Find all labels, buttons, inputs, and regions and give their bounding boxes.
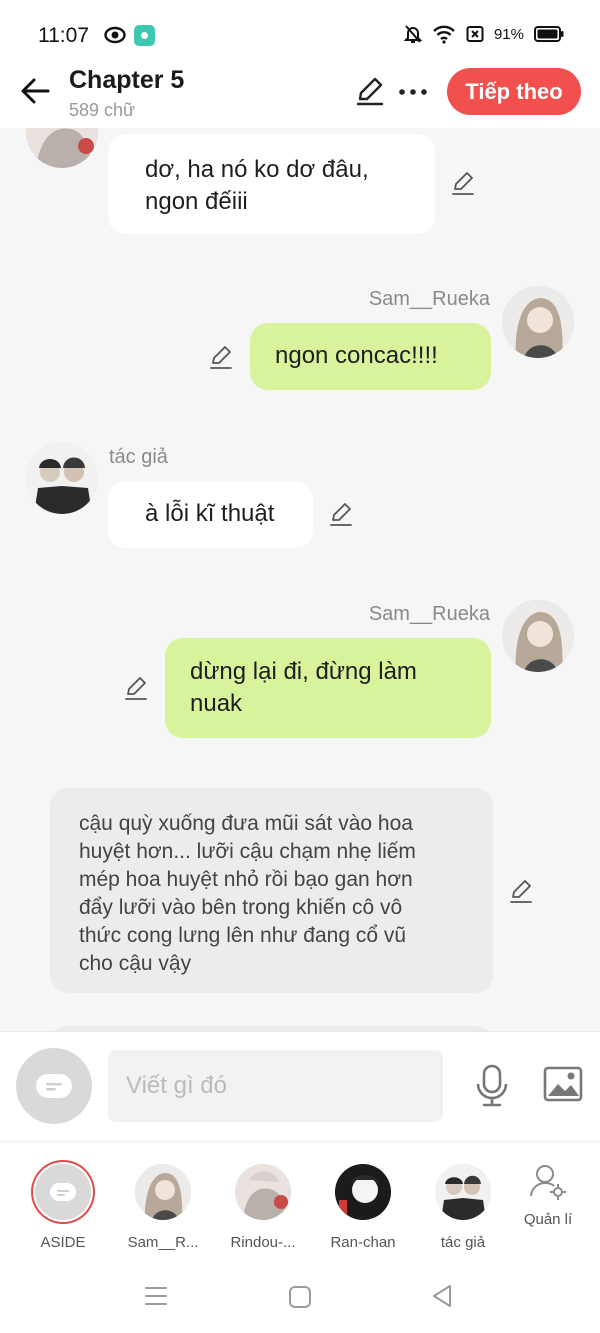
status-bar: 11:07 91% [0, 0, 600, 62]
message-text: à lỗi kĩ thuật [145, 500, 275, 527]
avatar[interactable] [502, 600, 574, 672]
avatar [235, 1164, 291, 1220]
edit-message-icon[interactable] [450, 170, 476, 196]
sender-name: tác giả [109, 446, 168, 468]
back-icon[interactable] [430, 1283, 454, 1309]
home-icon[interactable] [288, 1285, 312, 1309]
narration-text: đẩy lưỡi vào bên trong khiến cô vô [79, 896, 403, 919]
edit-message-icon[interactable] [123, 675, 149, 701]
back-arrow-icon[interactable] [18, 73, 54, 109]
sim-icon [466, 26, 484, 42]
message-input[interactable] [108, 1050, 443, 1122]
character-rindou[interactable]: Rindou-... [218, 1164, 308, 1251]
status-time: 11:07 [38, 24, 89, 47]
narration-text: huyệt hơn... lưỡi cậu chạm nhẹ liếm [79, 840, 416, 863]
character-label: Ran-chan [330, 1234, 396, 1251]
avatar[interactable] [26, 442, 98, 514]
edit-message-icon[interactable] [328, 501, 354, 527]
mute-bell-icon [403, 25, 422, 43]
narration-text: mép hoa huyệt nhỏ rồi bạo gan hơn [79, 868, 413, 891]
character-selector: ASIDE Sam__R... Rindou-... Ran-chan tác … [0, 1141, 600, 1261]
chat-thread: dơ, ha nó ko dơ đâu, ngon đếiii Sam__Rue… [0, 128, 600, 1031]
character-label: tác giả [440, 1234, 486, 1251]
character-label: ASIDE [40, 1234, 86, 1251]
image-upload-icon[interactable] [543, 1066, 583, 1102]
edit-message-icon[interactable] [508, 878, 534, 904]
aside-message-icon [50, 1183, 76, 1201]
avatar [335, 1164, 391, 1220]
battery-level: 91% [493, 25, 524, 43]
chapter-header: Chapter 5 589 chữ Tiếp theo [0, 62, 600, 128]
character-tac-gia[interactable]: tác giả [418, 1164, 508, 1251]
app-notification-icon [134, 25, 155, 46]
character-label: Quản lí [523, 1211, 573, 1228]
aside-avatar [35, 1164, 91, 1220]
message-text: ngon concac!!!! [275, 342, 438, 369]
narration-block[interactable]: cậu quỳ xuống đưa mũi sát vào hoa huyệt … [50, 788, 493, 993]
message-bubble[interactable]: ngon concac!!!! [250, 323, 491, 390]
avatar [435, 1164, 491, 1220]
aside-message-icon [36, 1074, 72, 1098]
battery-icon [534, 26, 564, 42]
character-aside[interactable]: ASIDE [18, 1164, 108, 1251]
character-ran[interactable]: Ran-chan [318, 1164, 408, 1251]
word-count: 589 chữ [69, 100, 136, 120]
menu-icon[interactable] [144, 1285, 168, 1307]
user-settings-icon [530, 1165, 566, 1200]
manage-characters-button[interactable]: Quản lí [503, 1162, 593, 1228]
avatar[interactable] [502, 286, 574, 358]
character-label: Rindou-... [230, 1234, 296, 1251]
more-options-icon[interactable] [398, 88, 428, 96]
wifi-icon [433, 25, 455, 44]
message-bubble[interactable]: à lỗi kĩ thuật [108, 481, 313, 548]
system-nav-bar [0, 1261, 600, 1333]
next-chapter-button[interactable]: Tiếp theo [447, 68, 581, 115]
message-bubble[interactable]: dừng lại đi, đừng làm nuak [165, 638, 491, 738]
avatar[interactable] [26, 128, 98, 168]
edit-message-icon[interactable] [208, 344, 234, 370]
message-bubble[interactable]: dơ, ha nó ko dơ đâu, ngon đếiii [108, 134, 435, 234]
character-sam[interactable]: Sam__R... [118, 1164, 208, 1251]
narration-text: thức cong lưng lên như đang cổ vũ [79, 924, 407, 947]
message-text: nuak [190, 690, 243, 717]
narration-text: cậu quỳ xuống đưa mũi sát vào hoa [79, 812, 413, 835]
sender-name: Sam__Rueka [368, 288, 490, 310]
message-text: ngon đếiii [145, 188, 248, 215]
aside-toggle-button[interactable] [16, 1048, 92, 1124]
sender-name: Sam__Rueka [368, 603, 490, 625]
message-text: dơ, ha nó ko dơ đâu, [145, 156, 369, 183]
status-icons: 91% [403, 24, 564, 44]
composer-bar [0, 1031, 600, 1141]
page-title: Chapter 5 [69, 66, 185, 94]
avatar [135, 1164, 191, 1220]
microphone-icon[interactable] [474, 1064, 510, 1108]
message-text: dừng lại đi, đừng làm [190, 658, 417, 685]
narration-text: cho cậu vậy [79, 952, 192, 975]
edit-icon[interactable] [354, 75, 386, 107]
eye-icon [104, 26, 126, 44]
character-label: Sam__R... [127, 1234, 199, 1251]
